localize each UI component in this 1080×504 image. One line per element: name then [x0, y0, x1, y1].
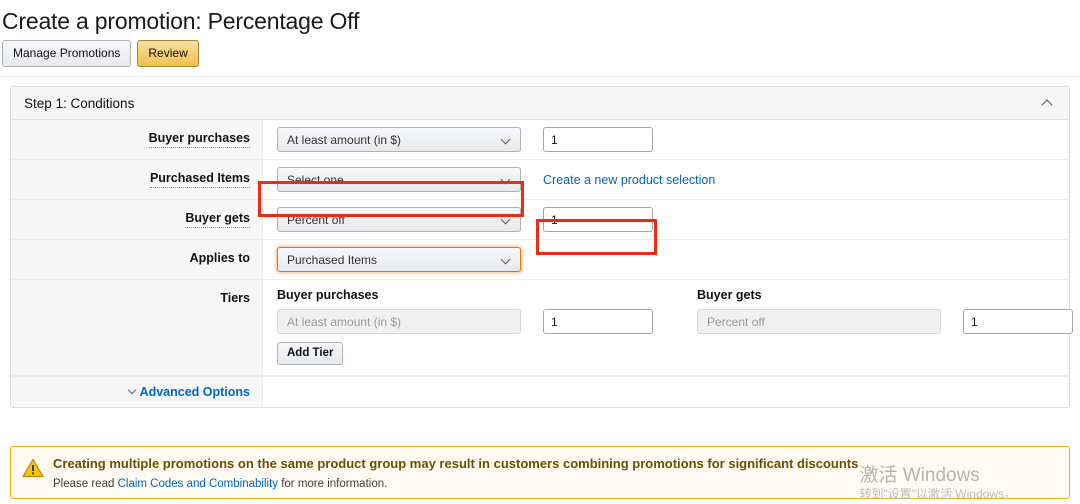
- tiers-header-buyer-purchases: Buyer purchases: [277, 288, 521, 302]
- tabbar-divider: [0, 76, 1080, 77]
- row-buyer-purchases: Buyer purchases At least amount (in $): [11, 120, 1069, 160]
- tier-buyer-gets-placeholder: Percent off: [707, 315, 765, 329]
- chevron-down-icon: [502, 216, 511, 225]
- input-buyer-gets-percent[interactable]: [543, 207, 653, 232]
- step-1-panel-title: Step 1: Conditions: [24, 96, 134, 111]
- warning-sub-suffix: for more information.: [278, 478, 387, 490]
- select-purchased-items[interactable]: Select one: [277, 167, 521, 192]
- tab-manage-promotions[interactable]: Manage Promotions: [2, 40, 131, 67]
- label-tiers: Tiers: [11, 280, 263, 375]
- label-applies-to-text: Applies to: [190, 251, 250, 265]
- chevron-down-icon: [502, 176, 511, 185]
- step-1-panel-header[interactable]: Step 1: Conditions: [11, 87, 1069, 120]
- conditions-form: Buyer purchases At least amount (in $) P…: [11, 120, 1069, 407]
- row-applies-to: Applies to Purchased Items: [11, 240, 1069, 280]
- label-buyer-gets-text[interactable]: Buyer gets: [185, 211, 250, 228]
- select-buyer-gets-benefit[interactable]: Percent off: [277, 207, 521, 232]
- warning-triangle-icon: [22, 458, 44, 478]
- warning-banner: Creating multiple promotions on the same…: [10, 446, 1070, 499]
- input-buyer-purchases-amount[interactable]: [543, 127, 653, 152]
- content-tiers: Buyer purchases Buyer gets At least amou…: [263, 280, 1073, 375]
- link-advanced-options[interactable]: Advanced Options: [140, 385, 250, 399]
- select-applies-to-value: Purchased Items: [287, 253, 377, 267]
- tier-row: At least amount (in $) Percent off: [277, 309, 1073, 334]
- link-create-new-product-selection[interactable]: Create a new product selection: [543, 173, 715, 187]
- tier-select-buyer-purchases: At least amount (in $): [277, 309, 521, 334]
- advanced-options-cell[interactable]: Advanced Options: [11, 376, 263, 407]
- chevron-down-icon: [502, 256, 511, 265]
- advanced-options-filler: [263, 376, 1069, 407]
- tab-review[interactable]: Review: [137, 40, 198, 67]
- select-buyer-purchases-condition[interactable]: At least amount (in $): [277, 127, 521, 152]
- content-purchased-items: Select one Create a new product selectio…: [263, 160, 1069, 199]
- label-buyer-gets: Buyer gets: [11, 200, 263, 239]
- row-buyer-gets: Buyer gets Percent off: [11, 200, 1069, 240]
- add-tier-button[interactable]: Add Tier: [277, 342, 343, 365]
- label-buyer-purchases: Buyer purchases: [11, 120, 263, 159]
- label-tiers-text: Tiers: [220, 291, 250, 305]
- chevron-down-icon: [129, 387, 137, 395]
- page-title: Create a promotion: Percentage Off: [0, 0, 1080, 36]
- select-buyer-purchases-value: At least amount (in $): [287, 133, 401, 147]
- label-applies-to: Applies to: [11, 240, 263, 279]
- tier-input-buyer-purchases-qty[interactable]: [543, 309, 653, 334]
- tiers-header-buyer-gets: Buyer gets: [697, 288, 941, 302]
- warning-text-block: Creating multiple promotions on the same…: [44, 456, 858, 491]
- tiers-column-headers: Buyer purchases Buyer gets: [277, 288, 1073, 302]
- row-purchased-items: Purchased Items Select one Create a new …: [11, 160, 1069, 200]
- select-purchased-items-value: Select one: [287, 173, 344, 187]
- tier-input-buyer-gets-qty[interactable]: [963, 309, 1073, 334]
- content-buyer-gets: Percent off: [263, 200, 1069, 239]
- link-claim-codes-and-combinability[interactable]: Claim Codes and Combinability: [118, 478, 278, 490]
- chevron-up-icon[interactable]: [1041, 98, 1055, 108]
- chevron-down-icon: [502, 136, 511, 145]
- select-buyer-gets-value: Percent off: [287, 213, 345, 227]
- warning-subtext: Please read Claim Codes and Combinabilit…: [53, 477, 858, 491]
- select-applies-to[interactable]: Purchased Items: [277, 247, 521, 272]
- promotion-tabbar: Manage Promotions Review: [0, 36, 1080, 67]
- label-purchased-items-text[interactable]: Purchased Items: [150, 171, 250, 188]
- content-buyer-purchases: At least amount (in $): [263, 120, 1069, 159]
- row-advanced-options: Advanced Options: [11, 376, 1069, 407]
- row-tiers: Tiers Buyer purchases Buyer gets At leas…: [11, 280, 1069, 376]
- warning-title: Creating multiple promotions on the same…: [53, 456, 858, 472]
- label-buyer-purchases-text[interactable]: Buyer purchases: [149, 131, 250, 148]
- step-1-conditions-panel: Step 1: Conditions Buyer purchases At le…: [10, 86, 1070, 408]
- label-purchased-items: Purchased Items: [11, 160, 263, 199]
- content-applies-to: Purchased Items: [263, 240, 1069, 279]
- tier-buyer-purchases-placeholder: At least amount (in $): [287, 315, 401, 329]
- warning-sub-prefix: Please read: [53, 478, 118, 490]
- tier-select-buyer-gets: Percent off: [697, 309, 941, 334]
